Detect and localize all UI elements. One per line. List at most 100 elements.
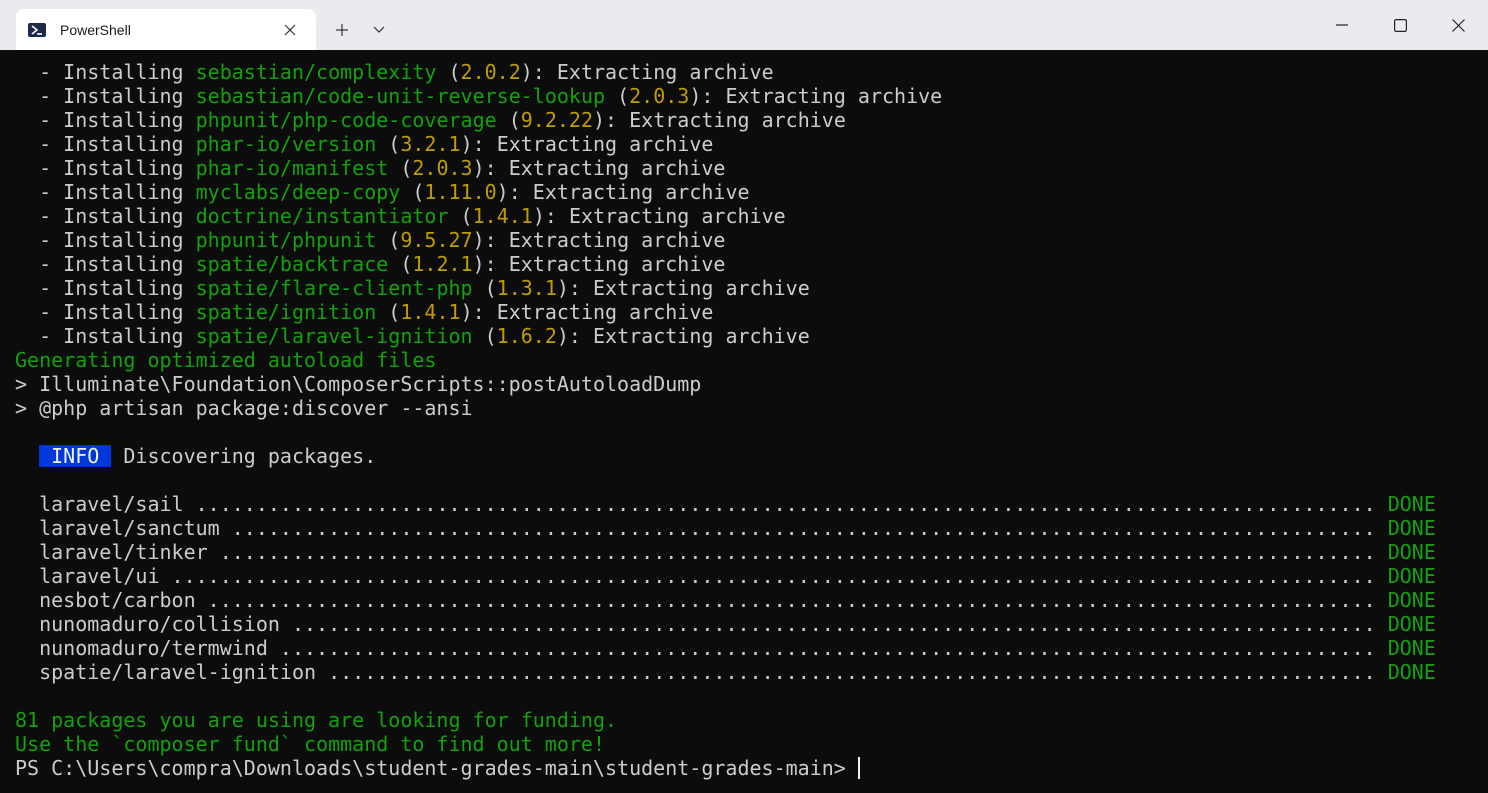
discovered-package-row: laravel/ui .............................… <box>15 564 1436 588</box>
package-name: spatie/ignition <box>195 300 377 324</box>
install-line: - Installing phar-io/manifest (2.0.3): E… <box>15 156 725 180</box>
package-name: phpunit/phpunit <box>195 228 377 252</box>
discovered-package-row: nunomaduro/collision ...................… <box>15 612 1436 636</box>
powershell-icon <box>28 22 46 37</box>
install-prefix: - Installing <box>15 156 196 180</box>
prompt-line[interactable]: PS C:\Users\compra\Downloads\student-gra… <box>15 756 860 780</box>
discovered-package-row: spatie/laravel-ignition ................… <box>15 660 1436 684</box>
install-prefix: - Installing <box>15 204 196 228</box>
install-line: - Installing spatie/flare-client-php (1.… <box>15 276 810 300</box>
install-action: Extracting archive <box>508 252 726 276</box>
status-done: DONE <box>1387 540 1436 564</box>
funding-line: 81 packages you are using are looking fo… <box>15 708 617 732</box>
tab-powershell[interactable]: PowerShell <box>16 9 316 50</box>
text-cursor <box>857 757 860 779</box>
paren: ( <box>376 300 401 324</box>
discovered-package-row: nunomaduro/termwind ....................… <box>15 636 1436 660</box>
funding-text: 81 packages you are using are looking fo… <box>15 708 618 732</box>
install-line: - Installing sebastian/complexity (2.0.2… <box>15 60 774 84</box>
install-line: - Installing myclabs/deep-copy (1.11.0):… <box>15 180 750 204</box>
discovered-package-name: spatie/laravel-ignition <box>39 660 317 684</box>
paren: ): <box>532 204 569 228</box>
install-action: Extracting archive <box>496 300 714 324</box>
install-prefix: - Installing <box>15 108 196 132</box>
funding-line: Use the `composer fund` command to find … <box>15 732 605 756</box>
install-line: - Installing spatie/laravel-ignition (1.… <box>15 324 810 348</box>
install-prefix: - Installing <box>15 132 196 156</box>
minimize-button[interactable] <box>1313 0 1371 50</box>
paren: ): <box>472 156 509 180</box>
tab-dropdown-button[interactable] <box>366 16 392 44</box>
close-icon <box>284 24 296 35</box>
package-version: 1.4.1 <box>400 300 461 324</box>
maximize-icon <box>1393 18 1407 32</box>
paren: ): <box>460 300 497 324</box>
tab-title: PowerShell <box>60 21 131 38</box>
install-action: Extracting archive <box>532 180 750 204</box>
info-text: Discovering packages. <box>111 444 377 468</box>
package-name: myclabs/deep-copy <box>195 180 401 204</box>
package-name: doctrine/instantiator <box>195 204 449 228</box>
generating-line: Generating optimized autoload files <box>15 348 436 372</box>
dot-leader: ........................................… <box>207 540 1388 564</box>
paren: ): <box>520 60 557 84</box>
status-done: DONE <box>1387 516 1436 540</box>
script-line: > Illuminate\Foundation\ComposerScripts:… <box>15 372 701 396</box>
new-tab-button[interactable] <box>328 16 356 44</box>
discovered-package-name: nunomaduro/termwind <box>39 636 268 660</box>
discovered-package-name: laravel/tinker <box>39 540 208 564</box>
package-name: sebastian/code-unit-reverse-lookup <box>195 84 606 108</box>
terminal-output[interactable]: - Installing sebastian/complexity (2.0.2… <box>0 50 1488 793</box>
install-action: Extracting archive <box>593 324 810 348</box>
paren: ( <box>472 276 497 300</box>
package-version: 1.3.1 <box>496 276 557 300</box>
package-version: 2.0.3 <box>412 156 473 180</box>
install-line: - Installing spatie/ignition (1.4.1): Ex… <box>15 300 713 324</box>
paren: ( <box>605 84 630 108</box>
package-version: 2.0.3 <box>629 84 690 108</box>
install-line: - Installing sebastian/code-unit-reverse… <box>15 84 942 108</box>
discovered-package-name: nesbot/carbon <box>39 588 196 612</box>
tab-close-button[interactable] <box>276 16 304 44</box>
status-done: DONE <box>1387 492 1436 516</box>
close-window-button[interactable] <box>1429 0 1487 50</box>
discovered-package-name: laravel/sail <box>39 492 184 516</box>
funding-text: Use the `composer fund` command to find … <box>15 732 606 756</box>
package-version: 1.11.0 <box>424 180 497 204</box>
status-done: DONE <box>1387 636 1436 660</box>
package-name: spatie/backtrace <box>195 252 389 276</box>
script-text: > Illuminate\Foundation\ComposerScripts:… <box>15 372 702 396</box>
maximize-button[interactable] <box>1371 0 1429 50</box>
install-line: - Installing phar-io/version (3.2.1): Ex… <box>15 132 713 156</box>
install-line: - Installing phpunit/php-code-coverage (… <box>15 108 846 132</box>
install-line: - Installing phpunit/phpunit (9.5.27): E… <box>15 228 725 252</box>
dot-leader: ........................................… <box>195 588 1388 612</box>
status-done: DONE <box>1387 612 1436 636</box>
install-prefix: - Installing <box>15 276 196 300</box>
package-version: 1.6.2 <box>496 324 557 348</box>
dot-leader: ........................................… <box>159 564 1388 588</box>
package-name: phar-io/manifest <box>195 156 389 180</box>
discovered-package-row: nesbot/carbon ..........................… <box>15 588 1436 612</box>
status-done: DONE <box>1387 564 1436 588</box>
paren: ( <box>472 324 497 348</box>
script-text: > @php artisan package:discover --ansi <box>15 396 473 420</box>
status-done: DONE <box>1387 588 1436 612</box>
discovered-package-row: laravel/tinker .........................… <box>15 540 1436 564</box>
discovered-package-name: laravel/ui <box>39 564 160 588</box>
close-icon <box>1451 18 1465 32</box>
paren: ( <box>400 180 425 204</box>
package-name: phar-io/version <box>195 132 377 156</box>
paren: ( <box>496 108 521 132</box>
paren: ): <box>556 276 594 300</box>
paren: ): <box>593 108 630 132</box>
install-action: Extracting archive <box>508 228 726 252</box>
paren: ( <box>388 252 413 276</box>
paren: ): <box>460 132 497 156</box>
